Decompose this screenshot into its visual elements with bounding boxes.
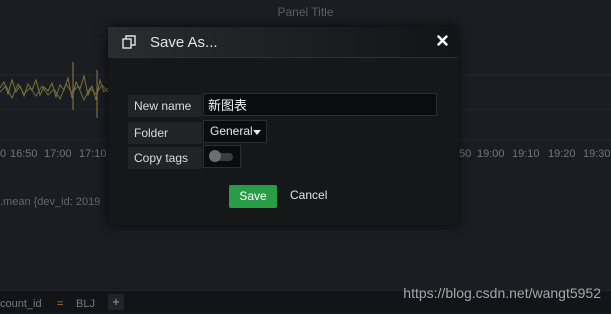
copy-icon [122, 35, 136, 49]
cancel-button[interactable]: Cancel [290, 188, 327, 202]
new-name-label: New name [128, 95, 202, 117]
dialog-header: Save As... [108, 27, 458, 58]
folder-select[interactable]: General [203, 120, 267, 143]
copy-tags-toggle[interactable] [203, 145, 241, 168]
new-name-input[interactable] [203, 93, 437, 116]
save-as-dialog: Save As... New name Folder General Copy … [108, 27, 458, 225]
save-button[interactable]: Save [229, 185, 277, 208]
copy-tags-label: Copy tags [128, 147, 202, 169]
caret-down-icon [253, 130, 261, 135]
folder-selected-value: General [210, 124, 253, 138]
folder-label: Folder [128, 122, 202, 144]
close-icon[interactable] [437, 35, 448, 46]
toggle-knob [209, 150, 221, 162]
dialog-title: Save As... [150, 34, 218, 51]
